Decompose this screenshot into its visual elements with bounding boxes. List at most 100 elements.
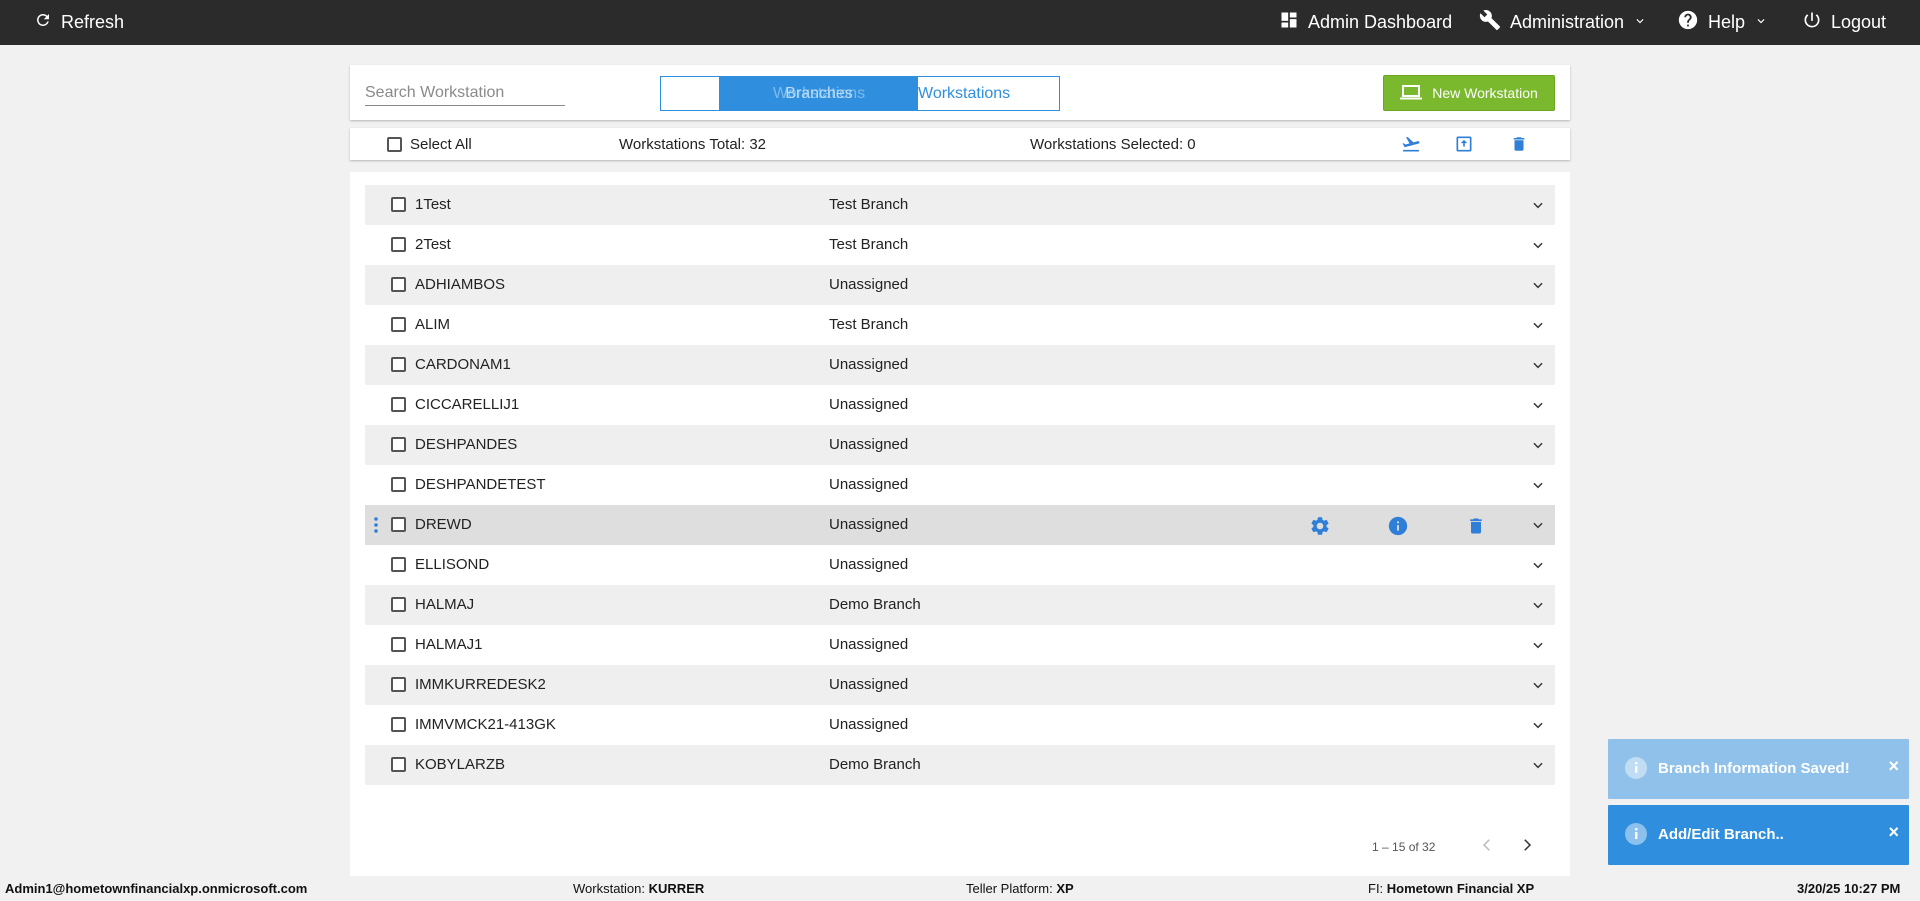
chevron-down-icon[interactable] (1531, 438, 1545, 456)
search-input[interactable] (365, 80, 565, 106)
table-row[interactable]: CARDONAM1 Unassigned (365, 345, 1555, 385)
row-checkbox[interactable] (391, 197, 406, 212)
airplane-departure-icon[interactable] (1400, 134, 1422, 158)
admin-dashboard-link[interactable]: Admin Dashboard (1279, 0, 1452, 45)
status-workstation: Workstation: KURRER (573, 881, 704, 896)
row-checkbox[interactable] (391, 637, 406, 652)
row-checkbox[interactable] (391, 237, 406, 252)
workstation-list: 1 – 15 of 32 1Test Test Branch 2Test Test B… (350, 172, 1570, 876)
status-bar: Admin1@hometownfinancialxp.onmicrosoft.c… (0, 876, 1920, 901)
workstation-name: CICCARELLIJ1 (415, 396, 520, 413)
workstation-name: KOBYLARZB (415, 756, 506, 773)
chevron-down-icon[interactable] (1531, 758, 1545, 776)
status-platform-value: XP (1056, 881, 1074, 896)
chevron-down-icon[interactable] (1531, 278, 1545, 296)
chevron-down-icon[interactable] (1531, 718, 1545, 736)
chevron-down-icon[interactable] (1531, 478, 1545, 496)
workstation-name: DESHPANDETEST (415, 476, 546, 493)
gear-icon[interactable] (1309, 515, 1331, 541)
chevron-down-icon[interactable] (1531, 238, 1545, 256)
top-nav-bar: Refresh Admin Dashboard Administration H… (0, 0, 1920, 45)
row-checkbox[interactable] (391, 357, 406, 372)
chevron-down-icon[interactable] (1531, 198, 1545, 216)
table-row[interactable]: HALMAJ1 Unassigned (365, 625, 1555, 665)
select-all-checkbox[interactable] (387, 137, 402, 152)
table-row[interactable]: HALMAJ Demo Branch (365, 585, 1555, 625)
trash-icon[interactable] (1510, 134, 1528, 158)
workstation-name: DREWD (415, 516, 472, 533)
administration-label: Administration (1510, 12, 1625, 32)
table-row[interactable]: 1Test Test Branch (365, 185, 1555, 225)
workstation-name: 1Test (415, 196, 451, 213)
chevron-down-icon[interactable] (1531, 558, 1545, 576)
toggle-segment-blank[interactable] (661, 77, 720, 110)
row-checkbox[interactable] (391, 397, 406, 412)
status-fi-label: FI: (1368, 881, 1384, 896)
table-row[interactable]: ELLISOND Unassigned (365, 545, 1555, 585)
workstation-name: IMMKURREDESK2 (415, 676, 546, 693)
chevron-down-icon (1754, 12, 1768, 33)
chevron-down-icon[interactable] (1531, 678, 1545, 696)
row-checkbox[interactable] (391, 717, 406, 732)
row-checkbox[interactable] (391, 597, 406, 612)
logout-label: Logout (1831, 12, 1887, 32)
select-all-control[interactable]: Select All (387, 136, 472, 153)
table-row[interactable]: IMMVMCK21-413GK Unassigned (365, 705, 1555, 745)
upload-box-icon[interactable] (1453, 134, 1475, 158)
row-checkbox[interactable] (391, 557, 406, 572)
logout-button[interactable]: Logout (1802, 0, 1886, 45)
workstation-branch: Test Branch (829, 316, 909, 333)
row-checkbox[interactable] (391, 437, 406, 452)
row-checkbox[interactable] (391, 517, 406, 532)
toggle-segment-active[interactable]: Workstations Branches (720, 77, 918, 110)
row-checkbox[interactable] (391, 317, 406, 332)
chevron-down-icon[interactable] (1531, 318, 1545, 336)
next-page-icon[interactable] (1518, 836, 1536, 859)
table-row[interactable]: DESHPANDES Unassigned (365, 425, 1555, 465)
close-icon[interactable]: × (1888, 756, 1899, 777)
chevron-down-icon[interactable] (1531, 638, 1545, 656)
chevron-down-icon[interactable] (1531, 398, 1545, 416)
table-row[interactable]: IMMKURREDESK2 Unassigned (365, 665, 1555, 705)
info-icon[interactable] (1387, 515, 1409, 541)
workstation-name: ELLISOND (415, 556, 490, 573)
toast-message: Branch Information Saved! (1658, 760, 1850, 777)
chevron-down-icon[interactable] (1531, 598, 1545, 616)
table-row[interactable]: 2Test Test Branch (365, 225, 1555, 265)
refresh-button[interactable]: Refresh (34, 0, 124, 45)
help-label: Help (1708, 12, 1746, 32)
workstations-total: Workstations Total: 32 (619, 136, 767, 153)
table-row[interactable]: CICCARELLIJ1 Unassigned (365, 385, 1555, 425)
info-icon (1624, 756, 1648, 784)
administration-menu[interactable]: Administration (1479, 0, 1647, 45)
trash-icon[interactable] (1466, 515, 1486, 541)
new-workstation-button[interactable]: New Workstation (1383, 75, 1555, 111)
toggle-segment-workstations[interactable]: Workstations (918, 77, 1059, 110)
table-row[interactable]: ADHIAMBOS Unassigned (365, 265, 1555, 305)
previous-page-icon[interactable] (1478, 836, 1496, 859)
toast-add-edit-branch: Add/Edit Branch.. × (1608, 805, 1909, 865)
row-checkbox[interactable] (391, 677, 406, 692)
close-icon[interactable]: × (1888, 822, 1899, 843)
row-checkbox[interactable] (391, 277, 406, 292)
select-all-label: Select All (410, 136, 472, 153)
workstation-branch: Demo Branch (829, 756, 921, 773)
row-checkbox[interactable] (391, 477, 406, 492)
admin-dashboard-label: Admin Dashboard (1308, 12, 1453, 32)
status-platform: Teller Platform: XP (966, 881, 1074, 896)
workstation-branch: Unassigned (829, 516, 909, 533)
table-row[interactable]: DREWD Unassigned (365, 505, 1555, 545)
workstations-selected: Workstations Selected: 0 (1030, 136, 1196, 153)
workstation-branch: Test Branch (829, 236, 909, 253)
help-menu[interactable]: Help (1677, 0, 1768, 45)
new-workstation-label: New Workstation (1432, 85, 1538, 101)
table-row[interactable]: ALIM Test Branch (365, 305, 1555, 345)
table-row[interactable]: DESHPANDETEST Unassigned (365, 465, 1555, 505)
row-checkbox[interactable] (391, 757, 406, 772)
kebab-menu-icon[interactable] (374, 517, 378, 537)
chevron-down-icon[interactable] (1531, 518, 1545, 536)
workstation-branch: Unassigned (829, 396, 909, 413)
chevron-down-icon[interactable] (1531, 358, 1545, 376)
table-row[interactable]: KOBYLARZB Demo Branch (365, 745, 1555, 785)
workstation-branch: Unassigned (829, 556, 909, 573)
